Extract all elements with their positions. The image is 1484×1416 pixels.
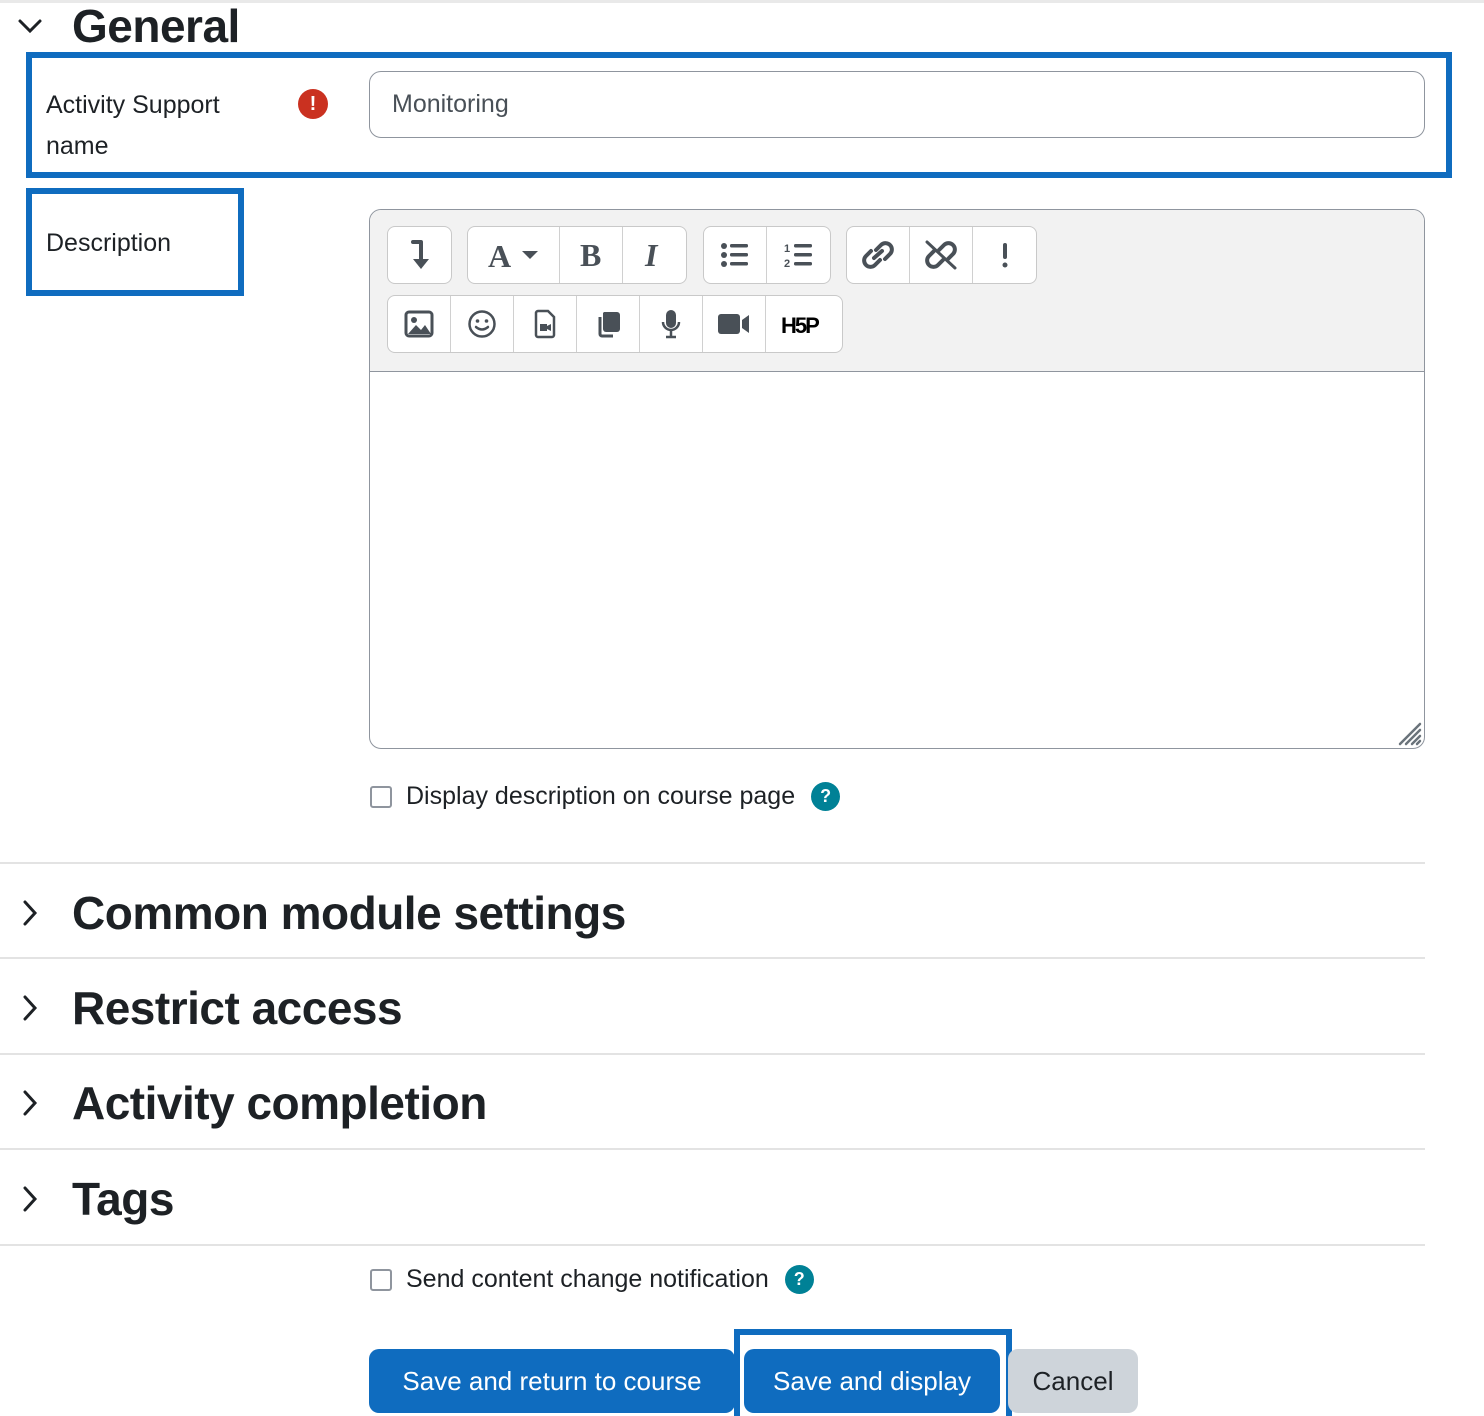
name-label-line1: Activity Support xyxy=(46,91,220,119)
display-description-label: Display description on course page xyxy=(406,782,796,810)
toolbar-group-insert: H5P xyxy=(387,295,843,353)
section-common-module-settings[interactable]: Common module settings xyxy=(0,885,626,941)
svg-text:B: B xyxy=(580,239,601,271)
media-icon[interactable] xyxy=(514,296,577,352)
section-divider xyxy=(0,957,1425,959)
section-title: Tags xyxy=(72,1173,174,1225)
section-divider xyxy=(0,1244,1425,1246)
chevron-right-icon[interactable] xyxy=(0,1089,60,1117)
display-description-row: Display description on course page ? xyxy=(370,782,841,811)
chevron-down-icon[interactable] xyxy=(0,18,60,34)
save-return-button[interactable]: Save and return to course xyxy=(369,1349,735,1413)
svg-text:A: A xyxy=(488,239,511,271)
send-notification-row: Send content change notification ? xyxy=(370,1265,814,1294)
section-restrict-access[interactable]: Restrict access xyxy=(0,980,403,1036)
save-display-button[interactable]: Save and display xyxy=(744,1349,1000,1413)
toolbar-group-lists: 12 xyxy=(703,226,831,284)
editor-toolbar: A B I 12 H5P xyxy=(370,210,1424,372)
svg-text:H5P: H5P xyxy=(781,313,819,336)
italic-icon[interactable]: I xyxy=(623,227,686,283)
section-activity-completion[interactable]: Activity completion xyxy=(0,1075,487,1131)
chevron-right-icon[interactable] xyxy=(0,899,60,927)
collapse-toolbar-icon[interactable] xyxy=(388,227,451,283)
manage-files-icon[interactable] xyxy=(577,296,640,352)
cancel-button[interactable]: Cancel xyxy=(1008,1349,1138,1413)
description-label: Description xyxy=(46,229,172,257)
section-title: Activity completion xyxy=(72,1077,487,1129)
bold-icon[interactable]: B xyxy=(560,227,623,283)
help-icon[interactable]: ? xyxy=(811,782,841,811)
emoji-icon[interactable] xyxy=(451,296,514,352)
name-label: Activity Support name xyxy=(46,85,220,167)
svg-text:2: 2 xyxy=(784,258,790,269)
section-title-general: General xyxy=(72,0,240,52)
font-style-icon[interactable]: A xyxy=(468,227,560,283)
unlink-icon[interactable] xyxy=(910,227,973,283)
resize-handle-icon[interactable] xyxy=(1396,720,1422,746)
chevron-right-icon[interactable] xyxy=(0,994,60,1022)
svg-text:I: I xyxy=(644,239,659,271)
insert-image-icon[interactable] xyxy=(388,296,451,352)
toolbar-group-links xyxy=(846,226,1037,284)
record-video-icon[interactable] xyxy=(703,296,766,352)
toolbar-group-format: A B I xyxy=(467,226,687,284)
record-audio-icon[interactable] xyxy=(640,296,703,352)
numbered-list-icon[interactable]: 12 xyxy=(767,227,830,283)
description-editor[interactable]: A B I 12 H5P xyxy=(369,209,1425,749)
svg-text:1: 1 xyxy=(784,243,790,255)
activity-name-input[interactable] xyxy=(369,71,1425,138)
link-icon[interactable] xyxy=(847,227,910,283)
section-tags[interactable]: Tags xyxy=(0,1171,174,1227)
accessibility-checker-icon[interactable] xyxy=(973,227,1036,283)
section-divider xyxy=(0,1148,1425,1150)
section-title: Restrict access xyxy=(72,982,403,1034)
section-divider xyxy=(0,1053,1425,1055)
section-general-header[interactable]: General xyxy=(0,0,240,52)
name-label-line2: name xyxy=(46,132,109,160)
section-title: Common module settings xyxy=(72,887,626,939)
description-text-area[interactable] xyxy=(370,372,1424,748)
required-icon: ! xyxy=(298,89,328,119)
help-icon[interactable]: ? xyxy=(784,1265,814,1294)
chevron-right-icon[interactable] xyxy=(0,1185,60,1213)
h5p-icon[interactable]: H5P xyxy=(766,296,842,352)
send-notification-checkbox[interactable] xyxy=(370,1268,392,1291)
display-description-checkbox[interactable] xyxy=(370,785,392,808)
toolbar-group-collapse xyxy=(387,226,452,284)
section-divider xyxy=(0,862,1425,864)
bulleted-list-icon[interactable] xyxy=(704,227,767,283)
send-notification-label: Send content change notification xyxy=(406,1265,769,1293)
